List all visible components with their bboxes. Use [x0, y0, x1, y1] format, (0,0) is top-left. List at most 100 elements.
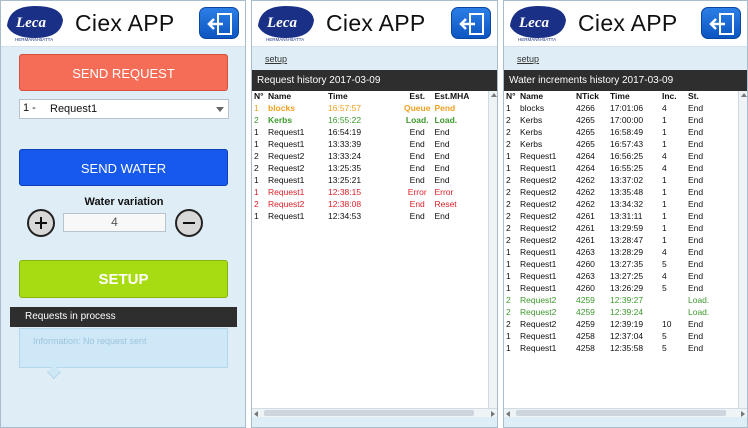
row-time: 13:28:47	[610, 235, 644, 245]
scroll-thumb[interactable]	[264, 410, 474, 416]
scroll-up-icon[interactable]	[491, 93, 497, 97]
row-status: End	[688, 199, 704, 209]
minus-icon[interactable]	[175, 209, 203, 237]
table-row[interactable]: 2 Request2 12:38:08 End Reset	[252, 198, 472, 210]
horizontal-scrollbar[interactable]	[252, 408, 497, 417]
exit-button[interactable]	[199, 7, 239, 39]
logo-text: Leca	[518, 15, 549, 31]
table-row[interactable]: 1 Request1 4264 16:56:25 4 End	[504, 150, 726, 162]
table-row[interactable]: 1 Request1 12:34:53 End End	[252, 210, 472, 222]
info-message: Information: No request sent	[19, 328, 228, 368]
row-time: 13:28:29	[610, 247, 644, 257]
table-row[interactable]: 2 Request2 4262 13:34:32 1 End	[504, 198, 726, 210]
table-row[interactable]: 2 Request2 13:33:24 End End	[252, 150, 472, 162]
scroll-right-icon[interactable]	[741, 411, 745, 417]
table-row[interactable]: 1 blocks 4266 17:01:06 4 End	[504, 102, 726, 114]
table-row[interactable]: 2 Kerbs 16:55:22 Load. Load.	[252, 114, 472, 126]
header: Leca HERMANN-BATTA Ciex APP	[252, 1, 497, 47]
table-row[interactable]: 2 Kerbs 4265 16:58:49 1 End	[504, 126, 726, 138]
request-history-bar: Request history 2017-03-09	[252, 70, 497, 91]
table-row[interactable]: 2 Request2 4259 12:39:27 Load.	[504, 294, 726, 306]
main-screen: Leca HERMANN-BATTA Ciex APP SEND REQUEST…	[0, 0, 246, 428]
row-name: Kerbs	[520, 127, 543, 137]
table-row[interactable]: 1 Request1 4263 13:28:29 4 End	[504, 246, 726, 258]
send-request-button[interactable]: SEND REQUEST	[19, 54, 228, 91]
plus-icon[interactable]	[27, 209, 55, 237]
table-row[interactable]: 1 Request1 4258 12:35:58 5 End	[504, 342, 726, 354]
row-status: End	[409, 139, 425, 149]
exit-button[interactable]	[701, 7, 741, 39]
table-row[interactable]: 2 Kerbs 4265 17:00:00 1 End	[504, 114, 726, 126]
scroll-up-icon[interactable]	[741, 93, 747, 97]
row-time: 16:57:57	[328, 103, 362, 113]
horizontal-scrollbar[interactable]	[504, 408, 747, 417]
row-status: End	[409, 175, 425, 185]
table-row[interactable]: 1 blocks 16:57:57 Queue Pend	[252, 102, 472, 114]
table-row[interactable]: 1 Request1 4260 13:27:35 5 End	[504, 258, 726, 270]
row-status-mha: End	[434, 175, 450, 185]
row-time: 16:55:22	[328, 115, 362, 125]
water-variation-input[interactable]: 4	[63, 213, 166, 232]
app-title: Ciex APP	[75, 10, 175, 36]
table-row[interactable]: 1 Request1 12:38:15 Error Error	[252, 186, 472, 198]
table-row[interactable]: 2 Request2 4262 13:35:48 1 End	[504, 186, 726, 198]
table-row[interactable]: 1 Request1 4263 13:27:25 4 End	[504, 270, 726, 282]
row-number: 1	[254, 103, 259, 113]
table-row[interactable]: 1 Request1 4258 12:37:04 5 End	[504, 330, 726, 342]
table-row[interactable]: 2 Kerbs 4265 16:57:43 1 End	[504, 138, 726, 150]
table-row[interactable]: 1 Request1 13:33:39 End End	[252, 138, 472, 150]
scroll-thumb[interactable]	[516, 410, 726, 416]
row-status: End	[688, 115, 704, 125]
exit-button[interactable]	[451, 7, 491, 39]
vertical-scrollbar[interactable]	[738, 91, 747, 417]
table-row[interactable]: 1 Request1 16:54:19 End End	[252, 126, 472, 138]
setup-link[interactable]: setup	[265, 54, 287, 64]
row-name: Request2	[520, 223, 557, 233]
row-ntick: 4263	[576, 271, 595, 281]
table-row[interactable]: 2 Request2 4262 13:37:02 1 End	[504, 174, 726, 186]
table-row[interactable]: 1 Request1 4260 13:26:29 5 End	[504, 282, 726, 294]
table-row[interactable]: 2 Request2 4261 13:29:59 1 End	[504, 222, 726, 234]
column-header: Time	[328, 91, 348, 101]
request-history-list[interactable]: N° Name Time Est. Est.MHA 1 blocks 16:57:5…	[252, 91, 497, 417]
water-increments-screen: Leca HERMANN-BATTA Ciex APP setup Water …	[503, 0, 748, 428]
table-row[interactable]: 1 Request1 13:25:21 End End	[252, 174, 472, 186]
table-row[interactable]: 2 Request2 4259 12:39:24 Load.	[504, 306, 726, 318]
setup-button[interactable]: SETUP	[19, 260, 228, 298]
row-status: End	[688, 271, 704, 281]
row-number: 2	[506, 307, 511, 317]
row-ntick: 4264	[576, 151, 595, 161]
water-increments-list[interactable]: N° Name NTick Time Inc. St. 1 blocks 4266 1…	[504, 91, 747, 417]
row-name: Request1	[520, 163, 557, 173]
table-row[interactable]: 2 Request2 4261 13:28:47 1 End	[504, 234, 726, 246]
row-time: 12:39:24	[610, 307, 644, 317]
table-row[interactable]: 2 Request2 4259 12:39:19 10 End	[504, 318, 726, 330]
row-status: End	[409, 211, 425, 221]
row-number: 2	[254, 151, 259, 161]
row-number: 2	[506, 295, 511, 305]
row-name: Request2	[520, 187, 557, 197]
setup-link[interactable]: setup	[517, 54, 539, 64]
scroll-left-icon[interactable]	[254, 411, 258, 417]
row-ntick: 4261	[576, 223, 595, 233]
table-row[interactable]: 2 Request2 13:25:35 End End	[252, 162, 472, 174]
row-name: Request1	[520, 151, 557, 161]
vertical-scrollbar[interactable]	[488, 91, 497, 417]
table-row[interactable]: 1 Request1 4264 16:55:25 4 End	[504, 162, 726, 174]
row-ntick: 4265	[576, 115, 595, 125]
send-water-button[interactable]: SEND WATER	[19, 149, 228, 186]
request-select[interactable]: 1 - Request1	[19, 99, 229, 119]
row-name: Kerbs	[520, 115, 543, 125]
column-header: Est.	[409, 91, 426, 101]
scroll-left-icon[interactable]	[506, 411, 510, 417]
row-status: End	[688, 127, 704, 137]
row-status: End	[688, 259, 704, 269]
row-status: End	[688, 343, 704, 353]
row-ntick: 4260	[576, 259, 595, 269]
table-row[interactable]: 2 Request2 4261 13:31:11 1 End	[504, 210, 726, 222]
row-increment: 5	[662, 259, 667, 269]
scroll-right-icon[interactable]	[491, 411, 495, 417]
row-status: End	[688, 175, 704, 185]
row-time: 13:34:32	[610, 199, 644, 209]
table-header-row: N° Name NTick Time Inc. St.	[504, 91, 726, 102]
